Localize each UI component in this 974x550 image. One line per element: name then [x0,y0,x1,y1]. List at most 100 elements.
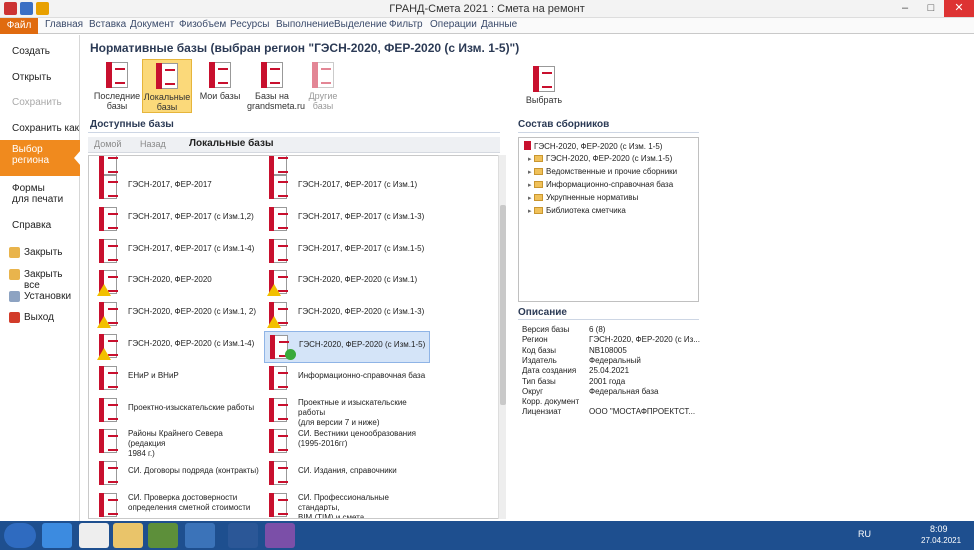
globe-icon [258,61,286,89]
list-item[interactable]: СИ. Издания, справочники [264,458,430,490]
nav-bar: Домой Назад Локальные базы [88,137,500,153]
folder-icon [9,247,20,258]
tab-data[interactable]: Данные [481,19,517,30]
list-item[interactable]: ГЭСН-2020, ФЕР-2020 [94,267,260,299]
list-item[interactable]: ГЭСН-2017, ФЕР-2017 [94,172,260,204]
tree-node[interactable]: ▸ Укрупненные нормативы [528,193,638,202]
tab-document[interactable]: Документ [130,19,174,30]
explorer-icon[interactable] [113,523,143,548]
check-icon [285,349,296,360]
minimize-icon[interactable]: – [892,0,918,17]
scrollbar-thumb[interactable] [500,205,506,405]
description-value: 25.04.2021 [589,366,630,376]
list-item[interactable]: ГЭСН-2017, ФЕР-2017 (с Изм.1) [264,172,430,204]
taskbar: RU 8:09 27.04.2021 [0,521,974,550]
tree-node[interactable]: ▸ Ведомственные и прочие сборники [528,167,677,176]
tree-node[interactable]: ▸ Информационно-справочная база [528,180,673,189]
word-icon[interactable] [228,523,258,548]
list-item[interactable]: ГЭСН-2017, ФЕР-2017 (с Изм.1-3) [264,204,430,236]
button-label: Последние [93,91,141,101]
list-item[interactable]: ЕНиР и ВНиР [94,363,260,395]
sidebar-item-settings[interactable]: Установки [0,291,80,302]
sidebar-item-open[interactable]: Открыть [0,72,80,83]
tab-file[interactable]: Файл [0,18,38,34]
sidebar-item-label: Выход [24,312,54,323]
select-button[interactable]: Выбрать [518,59,570,113]
language-indicator[interactable]: RU [858,529,871,539]
tree-node[interactable]: ▸ ГЭСН-2020, ФЕР-2020 (с Изм.1-5) [528,154,672,163]
list-item-label: ГЭСН-2020, ФЕР-2020 [128,275,212,285]
sidebar-item-print-forms[interactable]: Формы для печати [0,183,80,205]
sidebar-item-label: Закрыть все [24,269,63,291]
list-item[interactable]: СИ. Договоры подряда (контракты) [94,458,260,490]
online-bases-button[interactable]: Базы на grandsmeta.ru [247,59,305,113]
tab-resources[interactable]: Ресурсы [230,19,269,30]
sidebar-item-create[interactable]: Создать [0,46,80,57]
app-icon[interactable] [148,523,178,548]
list-item-label: ГЭСН-2020, ФЕР-2020 (с Изм.1-3) [298,307,425,317]
base-icon [269,397,288,422]
back-button[interactable]: Назад [140,139,166,149]
tree-node[interactable]: ▸ Библиотека сметчика [528,206,626,215]
description-value: Федеральная база [589,386,659,396]
recent-bases-button[interactable]: Последние базы [92,59,142,113]
yandex-icon[interactable] [79,523,109,548]
description-key: Округ [522,386,543,396]
sidebar-item-save-as[interactable]: Сохранить как [0,123,80,134]
list-item[interactable]: ГЭСН-2017, ФЕР-2017 (с Изм.1-5) [264,236,430,268]
list-item[interactable]: ГЭСН-2020, ФЕР-2020 (с Изм.1-5) [264,331,430,363]
list-item[interactable]: ГЭСН-2020, ФЕР-2020 (с Изм.1, 2) [94,299,260,331]
local-bases-button[interactable]: Локальные базы [142,59,192,113]
sidebar-item-close-all[interactable]: Закрыть все [0,269,80,291]
folder-icon [534,194,543,201]
title-bar: ГРАНД-Смета 2021 : Смета на ремонт – □ ✕ [0,0,974,18]
list-item-label: ГЭСН-2020, ФЕР-2020 (с Изм.1-4) [128,339,255,348]
list-item[interactable]: ГЭСН-2020, ФЕР-2020 (с Изм.1-4) [94,331,260,363]
list-item[interactable]: СИ. Профессиональные стандарты, BIM (TIM)… [264,490,430,518]
other-bases-button[interactable]: Другие базы [298,59,348,113]
scrollbar[interactable] [498,155,506,519]
sidebar-item-label: Закрыть [24,247,63,258]
tab-execution[interactable]: Выполнение [276,19,334,30]
list-item[interactable]: Проектно-изыскательские работы [94,395,260,427]
close-icon[interactable]: ✕ [944,0,974,17]
tab-filter[interactable]: Фильтр [389,19,423,30]
list-item[interactable]: Районы Крайнего Севера (редакция 1984 г.) [94,426,260,458]
sidebar-item-save[interactable]: Сохранить [0,97,80,108]
description-key: Код базы [522,345,556,355]
warning-icon [97,316,111,329]
list-item[interactable]: Информационно-справочная база [264,363,430,395]
sidebar-item-exit[interactable]: Выход [0,312,80,323]
tab-operations[interactable]: Операции [430,19,477,30]
button-label: базы [312,101,334,111]
tree-node[interactable]: ГЭСН-2020, ФЕР-2020 (с Изм. 1-5) [524,141,662,151]
base-icon [99,206,118,231]
list-item[interactable]: ГЭСН-2020, ФЕР-2020 (с Изм.1) [264,267,430,299]
maximize-icon[interactable]: □ [918,0,944,17]
sidebar-item-close[interactable]: Закрыть [0,247,80,258]
list-item[interactable]: СИ. Вестники ценообразования (1995-2016гг… [264,426,430,458]
sidebar-item-region[interactable]: Выбор региона [0,140,81,176]
book-icon [524,141,531,150]
app-icon[interactable] [265,523,295,548]
tab-selection[interactable]: Выделение [334,19,387,30]
warning-icon [97,348,111,360]
start-button[interactable] [4,523,36,548]
list-item[interactable]: СИ. Проверка достоверности определения см… [94,490,260,518]
clock-time[interactable]: 8:09 [930,524,948,534]
base-icon [99,397,118,422]
my-bases-button[interactable]: Мои базы [195,59,245,113]
home-button[interactable]: Домой [94,139,121,149]
tab-insert[interactable]: Вставка [89,19,126,30]
sidebar-item-help[interactable]: Справка [0,220,80,231]
grand-smeta-icon[interactable] [185,523,215,548]
ie-icon[interactable] [42,523,72,548]
clock-date[interactable]: 27.04.2021 [921,536,961,545]
tab-volume[interactable]: Физобъем [179,19,226,30]
list-item[interactable]: Проектные и изыскательские работы (для ве… [264,395,430,427]
folder-icon [9,269,20,280]
list-item[interactable]: ГЭСН-2017, ФЕР-2017 (с Изм.1-4) [94,236,260,268]
list-item[interactable]: ГЭСН-2017, ФЕР-2017 (с Изм.1,2) [94,204,260,236]
list-item[interactable]: ГЭСН-2020, ФЕР-2020 (с Изм.1-3) [264,299,430,331]
tab-home[interactable]: Главная [45,19,83,30]
